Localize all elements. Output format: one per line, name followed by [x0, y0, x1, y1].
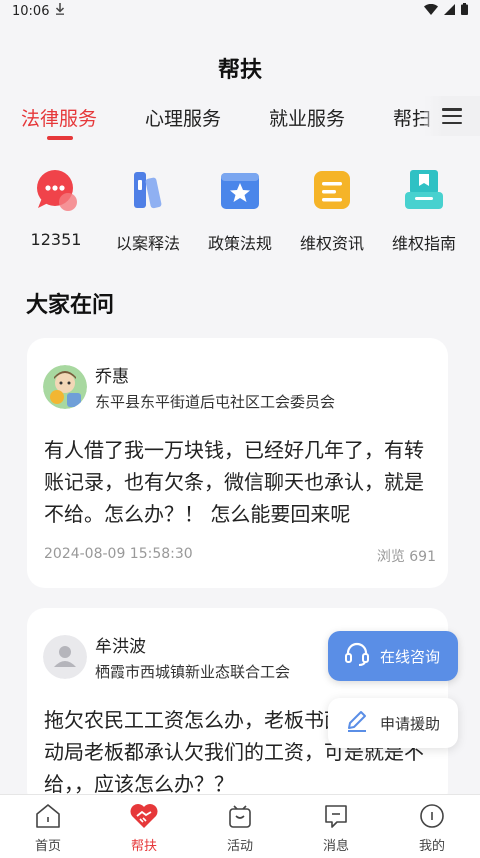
question-card[interactable]: 乔惠 东平县东平街道后屯社区工会委员会 有人借了我一万块钱，已经好几年了，有转账…: [27, 338, 448, 588]
profile-icon: [417, 801, 447, 831]
signal-icon: [444, 3, 455, 19]
online-consult-button[interactable]: 在线咨询: [328, 631, 458, 681]
document-icon: [308, 166, 356, 214]
service-rights-guide[interactable]: 维权指南: [379, 166, 469, 256]
author-name: 牟洪波: [95, 637, 146, 657]
nav-label: 我的: [418, 839, 445, 854]
status-time: 10:06: [12, 3, 50, 19]
question-author: 牟洪波 栖霞市西城镇新业态联合工会: [43, 632, 290, 682]
title-bar: 帮扶: [0, 40, 480, 96]
apply-aid-button[interactable]: 申请援助: [328, 698, 458, 748]
default-avatar-icon: [43, 635, 87, 679]
service-label: 维权指南: [391, 234, 456, 253]
nav-profile[interactable]: 我的: [384, 795, 480, 858]
headset-icon: [344, 641, 370, 671]
tab-legal-services[interactable]: 法律服务: [21, 104, 97, 131]
home-icon: [33, 801, 63, 831]
wifi-icon: [424, 3, 438, 19]
author-org: 栖霞市西城镇新业态联合工会: [95, 663, 291, 681]
nav-activities[interactable]: 活动: [192, 795, 288, 858]
active-tab-indicator: [47, 136, 73, 140]
service-12351[interactable]: 12351: [11, 166, 101, 256]
handshake-icon: [129, 801, 159, 831]
chat-bubble-icon: [32, 166, 80, 214]
service-label: 维权资讯: [299, 234, 364, 253]
apply-aid-label: 申请援助: [380, 714, 441, 733]
service-rights-news[interactable]: 维权资讯: [287, 166, 377, 256]
star-card-icon: [216, 166, 264, 214]
nav-label: 首页: [34, 839, 61, 854]
pencil-icon: [344, 708, 370, 738]
nav-assistance[interactable]: 帮扶: [96, 795, 192, 858]
tab-menu-button[interactable]: [424, 96, 480, 136]
section-title: 大家在问: [26, 293, 115, 318]
category-tabs: 法律服务 心理服务 就业服务 帮扫: [0, 96, 480, 146]
download-icon: [55, 3, 65, 19]
view-count: 浏览 691: [376, 549, 436, 565]
guide-book-icon: [400, 166, 448, 214]
nav-label: 帮扶: [130, 839, 157, 854]
page-title: 帮扶: [217, 58, 262, 83]
service-label: 12351: [30, 230, 82, 249]
question-date: 2024-08-09 15:58:30: [44, 546, 193, 562]
bottom-nav: 首页 帮扶 活动 消息 我的: [0, 794, 480, 858]
service-label: 政策法规: [207, 234, 272, 253]
status-bar: 10:06: [0, 0, 480, 22]
nav-home[interactable]: 首页: [0, 795, 96, 858]
avatar: [43, 365, 87, 409]
books-icon: [124, 166, 172, 214]
nav-label: 活动: [226, 839, 253, 854]
service-grid: 12351 以案释法 政策法规 维权资讯 维权指南: [0, 166, 480, 256]
online-consult-label: 在线咨询: [380, 647, 441, 666]
message-icon: [321, 801, 351, 831]
hamburger-icon: [442, 108, 462, 124]
question-text: 有人借了我一万块钱，已经好几年了，有转账记录，也有欠条，微信聊天也承认，就是不给…: [44, 438, 424, 526]
nav-label: 消息: [322, 839, 349, 854]
activity-icon: [225, 801, 255, 831]
nav-messages[interactable]: 消息: [288, 795, 384, 858]
tab-employment-services[interactable]: 就业服务: [269, 104, 345, 131]
question-author: 乔惠 东平县东平街道后屯社区工会委员会: [43, 362, 335, 412]
service-case-law[interactable]: 以案释法: [103, 166, 193, 256]
service-label: 以案释法: [115, 234, 180, 253]
tab-psych-services[interactable]: 心理服务: [145, 104, 221, 131]
service-policy[interactable]: 政策法规: [195, 166, 285, 256]
battery-icon: [461, 3, 468, 19]
question-meta: 2024-08-09 15:58:30 浏览 691: [44, 546, 436, 566]
author-name: 乔惠: [95, 367, 129, 387]
author-org: 东平县东平街道后屯社区工会委员会: [95, 393, 336, 411]
